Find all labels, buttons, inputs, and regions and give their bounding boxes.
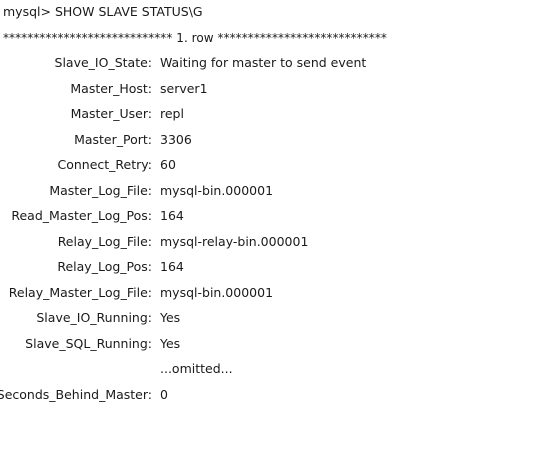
terminal-output: mysql> SHOW SLAVE STATUS\G *************… [0,0,552,407]
field-value: 0 [160,387,168,402]
command-line: mysql> SHOW SLAVE STATUS\G [3,4,203,19]
field-name: Relay_Master_Log_File: [8,285,152,300]
status-row: Seconds_Behind_Master: 0 [0,387,552,403]
status-row: Slave_SQL_Running: Yes [0,336,552,352]
status-row: Relay_Log_Pos: 164 [0,259,552,275]
field-value: mysql-bin.000001 [160,183,274,198]
status-row: Master_Host: server1 [0,81,552,97]
field-name: Seconds_Behind_Master: [0,387,152,402]
field-value: server1 [160,81,208,96]
status-row: Relay_Master_Log_File: mysql-bin.000001 [0,285,552,301]
field-name: Relay_Log_Pos: [57,259,152,274]
field-name: Slave_IO_Running: [36,310,152,325]
field-value: repl [160,106,184,121]
status-row: Slave_IO_Running: Yes [0,310,552,326]
field-value: 164 [160,208,184,223]
field-name: Relay_Log_File: [57,234,152,249]
field-value: mysql-relay-bin.000001 [160,234,309,249]
row-header: **************************** 1. row ****… [3,31,387,45]
status-row: Master_User: repl [0,106,552,122]
field-value: Yes [160,310,181,325]
status-row: Read_Master_Log_Pos: 164 [0,208,552,224]
field-value: 3306 [160,132,192,147]
field-value: Waiting for master to send event [160,55,367,70]
field-value: Yes [160,336,181,351]
field-name: Master_Port: [74,132,152,147]
field-name: Connect_Retry: [57,157,153,172]
field-name: Master_User: [70,106,152,121]
field-name: Slave_IO_State: [54,55,152,70]
status-row: Master_Log_File: mysql-bin.000001 [0,183,552,199]
field-value: 164 [160,259,184,274]
status-row: Connect_Retry: 60 [0,157,552,173]
field-name: Read_Master_Log_Pos: [11,208,152,223]
field-value: mysql-bin.000001 [160,285,274,300]
field-value: 60 [160,157,176,172]
status-row: Master_Port: 3306 [0,132,552,148]
status-row: Slave_IO_State: Waiting for master to se… [0,55,552,71]
status-row: Relay_Log_File: mysql-relay-bin.000001 [0,234,552,250]
field-name: Master_Log_File: [49,183,152,198]
field-name: Slave_SQL_Running: [25,336,152,351]
field-name: Master_Host: [70,81,152,96]
omitted-marker: ...omitted... [160,361,233,376]
